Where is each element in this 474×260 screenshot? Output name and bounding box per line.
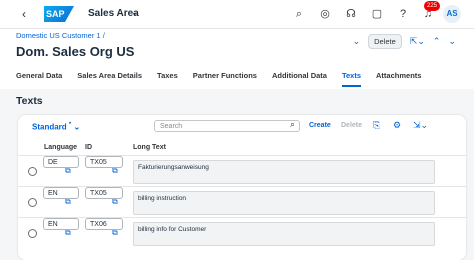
- section-title: Texts: [16, 95, 43, 107]
- back-icon[interactable]: ‹: [22, 7, 26, 21]
- column-language: Language: [44, 144, 78, 151]
- value-help-icon[interactable]: ⧉: [65, 228, 71, 238]
- sap-logo[interactable]: SAP: [44, 6, 74, 22]
- copilot-icon[interactable]: ◎: [318, 7, 332, 21]
- gear-icon[interactable]: ⚙: [393, 120, 401, 131]
- expand-icon[interactable]: ⌄: [353, 36, 361, 47]
- language-field[interactable]: EN: [43, 187, 79, 199]
- create-button[interactable]: Create: [309, 122, 331, 129]
- tab-general-data[interactable]: General Data: [16, 71, 62, 87]
- language-field[interactable]: DE: [43, 156, 79, 168]
- delete-button[interactable]: Delete: [368, 34, 402, 49]
- language-field[interactable]: EN: [43, 218, 79, 230]
- export-icon[interactable]: ⇲⌄: [413, 120, 428, 131]
- search-icon[interactable]: ⌕: [290, 119, 295, 130]
- chevron-down-icon: ⌄: [73, 122, 81, 132]
- variant-modified-marker: *: [68, 122, 72, 128]
- value-help-icon[interactable]: ⧉: [112, 228, 118, 238]
- row-selector[interactable]: [28, 229, 37, 238]
- avatar[interactable]: AS: [443, 5, 461, 23]
- delete-row-button[interactable]: Delete: [341, 122, 362, 129]
- row-selector[interactable]: [28, 167, 37, 176]
- page-title: Dom. Sales Org US: [16, 44, 135, 59]
- header-actions: ⌄ Delete ⇱⌄ ⌃ ⌄: [353, 34, 456, 49]
- feedback-icon[interactable]: ▢: [370, 7, 384, 21]
- table-toolbar: Standard * ⌄ Search ⌕ Create Delete ⎘ ⚙ …: [18, 115, 466, 137]
- value-help-icon[interactable]: ⧉: [65, 197, 71, 207]
- texts-table: Standard * ⌄ Search ⌕ Create Delete ⎘ ⚙ …: [18, 115, 466, 260]
- breadcrumb[interactable]: Domestic US Customer 1 /: [16, 31, 105, 40]
- chevron-down-icon[interactable]: ⌄: [131, 7, 139, 18]
- column-id: ID: [85, 144, 92, 151]
- clipboard-icon[interactable]: ⎘: [373, 120, 380, 131]
- value-help-icon[interactable]: ⧉: [65, 166, 71, 176]
- shell-bar: ‹ SAP Sales Area ⌄ ⌕ ◎ ☊ ▢ ? ♫ 225 AS: [0, 0, 474, 29]
- tab-partner-functions[interactable]: Partner Functions: [193, 71, 257, 87]
- search-input[interactable]: Search: [154, 120, 300, 132]
- row-selector[interactable]: [28, 198, 37, 207]
- help-icon[interactable]: ?: [396, 7, 410, 21]
- variant-label: Standard: [32, 122, 67, 132]
- share-icon[interactable]: ⇱⌄: [410, 36, 425, 47]
- column-long-text: Long Text: [133, 144, 166, 151]
- value-help-icon[interactable]: ⧉: [112, 166, 118, 176]
- navigate-up-icon[interactable]: ⌃: [433, 36, 441, 47]
- tab-additional-data[interactable]: Additional Data: [272, 71, 327, 87]
- search-icon[interactable]: ⌕: [292, 7, 306, 21]
- value-help-icon[interactable]: ⧉: [112, 197, 118, 207]
- navigate-down-icon[interactable]: ⌄: [448, 36, 456, 47]
- notification-badge: 225: [424, 1, 441, 11]
- table-row[interactable]: DE ⧉ TX05 ⧉ Fakturierungsanweisung: [18, 155, 466, 187]
- table-row[interactable]: EN ⧉ TX06 ⧉ billing info for Customer: [18, 217, 466, 249]
- tab-bar: General Data Sales Area Details Taxes Pa…: [16, 71, 436, 87]
- long-text-field[interactable]: billing instruction: [133, 191, 435, 215]
- long-text-field[interactable]: Fakturierungsanweisung: [133, 160, 435, 184]
- headset-icon[interactable]: ☊: [344, 7, 358, 21]
- tab-taxes[interactable]: Taxes: [157, 71, 178, 87]
- object-header: Domestic US Customer 1 / Dom. Sales Org …: [0, 29, 474, 89]
- variant-selector[interactable]: Standard * ⌄: [32, 122, 80, 132]
- long-text-field[interactable]: billing info for Customer: [133, 222, 435, 246]
- tab-attachments[interactable]: Attachments: [376, 71, 421, 87]
- table-row[interactable]: EN ⧉ TX05 ⧉ billing instruction: [18, 186, 466, 218]
- tab-sales-area-details[interactable]: Sales Area Details: [77, 71, 142, 87]
- tab-texts[interactable]: Texts: [341, 71, 362, 87]
